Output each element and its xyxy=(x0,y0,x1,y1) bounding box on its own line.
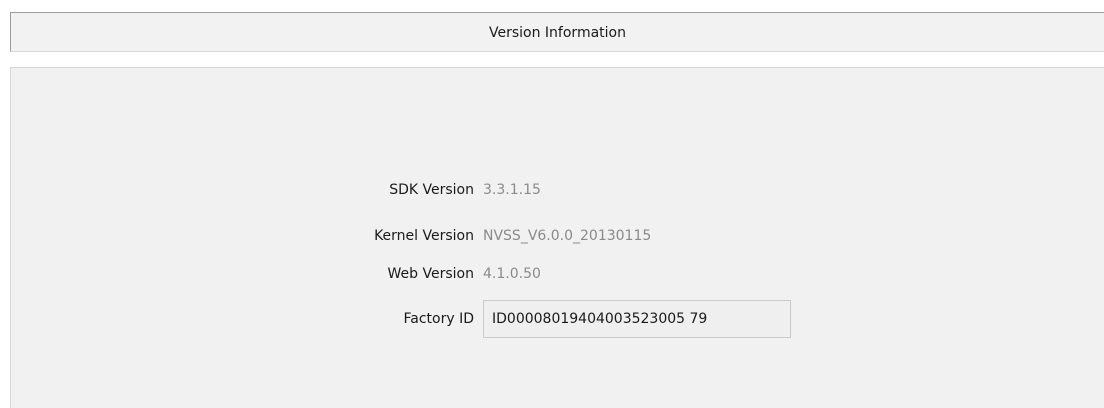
web-version-value: 4.1.0.50 xyxy=(483,266,541,282)
kernel-version-row: Kernel Version NVSS_V6.0.0_20130115 xyxy=(0,224,1104,248)
sdk-version-row: SDK Version 3.3.1.15 xyxy=(0,178,1104,202)
factory-id-label: Factory ID xyxy=(403,311,475,327)
web-version-label: Web Version xyxy=(387,266,474,282)
kernel-version-label: Kernel Version xyxy=(374,228,474,244)
factory-id-field[interactable]: ID00008019404003523005 79 xyxy=(483,300,791,338)
web-version-row: Web Version 4.1.0.50 xyxy=(0,262,1104,286)
sdk-version-label: SDK Version xyxy=(389,182,474,198)
page-title: Version Information xyxy=(489,25,626,41)
version-information-page: Version Information SDK Version 3.3.1.15… xyxy=(0,0,1104,408)
header-bar: Version Information xyxy=(10,12,1104,52)
sdk-version-value: 3.3.1.15 xyxy=(483,182,541,198)
kernel-version-value: NVSS_V6.0.0_20130115 xyxy=(483,228,652,244)
